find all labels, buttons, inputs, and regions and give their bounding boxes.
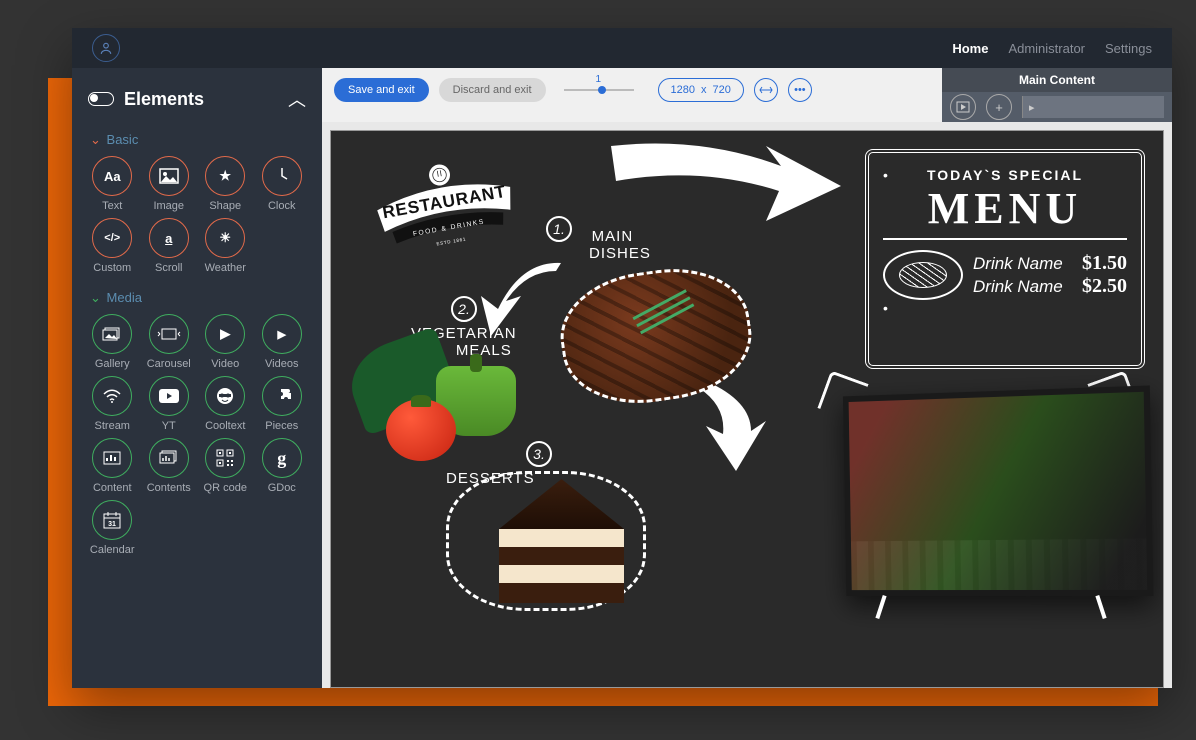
chevron-up-icon: ︿ [288,86,306,112]
media-tools-grid: Gallery Carousel ▶Video ▶Videos Stream Y… [80,314,314,566]
play-box-icon [956,101,970,113]
carousel-icon [149,314,189,354]
sidebar-title: Elements [124,89,278,110]
play-icon: ▶ [205,314,245,354]
tool-gallery[interactable]: Gallery [84,314,141,370]
banner-est: ESTD 1861 [436,236,466,246]
sidebar-header[interactable]: Elements ︿ [80,80,314,126]
calendar-icon: 31 [92,500,132,540]
play-circle-icon: ▶ [262,314,302,354]
basic-tools-grid: AaText Image ★Shape Clock </>Custom aScr… [80,156,314,284]
clock-icon [262,156,302,196]
step-1-number[interactable]: 1. [546,216,572,242]
tool-pieces[interactable]: Pieces [254,376,311,432]
nav-home[interactable]: Home [952,41,988,56]
user-avatar[interactable] [92,34,120,62]
tool-stream[interactable]: Stream [84,376,141,432]
top-bar: Home Administrator Settings [72,28,1172,68]
drink2-price: $2.50 [1082,275,1127,298]
zoom-slider[interactable]: 1 [564,78,634,102]
tool-video[interactable]: ▶Video [197,314,254,370]
cooltext-icon [205,376,245,416]
tool-contents[interactable]: Contents [141,438,198,494]
tool-custom[interactable]: </>Custom [84,218,141,274]
image-icon [149,156,189,196]
timeline-panel: Main Content + ▸ [942,68,1172,122]
tool-text[interactable]: AaText [84,156,141,212]
timeline-track[interactable]: ▸ [1022,96,1164,118]
tool-videos[interactable]: ▶Videos [254,314,311,370]
tool-scroll[interactable]: aScroll [141,218,198,274]
charts-icon [149,438,189,478]
scroll-icon: a [149,218,189,258]
discard-button[interactable]: Discard and exit [439,78,546,102]
fit-width-button[interactable] [754,78,778,102]
chart-icon [92,438,132,478]
editor-toolbar: Save and exit Discard and exit 1 1280 x … [322,68,942,122]
top-nav: Home Administrator Settings [952,41,1152,56]
tv-leg-icon [875,595,886,619]
tool-weather[interactable]: ☀Weather [197,218,254,274]
tool-carousel[interactable]: Carousel [141,314,198,370]
save-button[interactable]: Save and exit [334,78,429,102]
drink1-name: Drink Name [973,254,1063,274]
code-icon: </> [92,218,132,258]
menu-title: MENU [883,183,1127,240]
design-canvas[interactable]: RESTAURANT FOOD & DRINKS ESTD 1861 1. [330,130,1164,688]
tool-cooltext[interactable]: Cooltext [197,376,254,432]
tool-image[interactable]: Image [141,156,198,212]
toggle-icon [88,92,114,106]
step-3-number[interactable]: 3. [526,441,552,467]
user-icon [99,41,113,55]
drink1-price: $1.50 [1082,252,1127,275]
dessert-image[interactable] [446,471,646,611]
tool-gdoc[interactable]: gGDoc [254,438,311,494]
nav-administrator[interactable]: Administrator [1008,41,1085,56]
plate-icon [883,250,963,300]
nav-settings[interactable]: Settings [1105,41,1152,56]
tv-leg-icon [1095,595,1106,619]
tool-shape[interactable]: ★Shape [197,156,254,212]
sun-icon: ☀ [205,218,245,258]
restaurant-banner[interactable]: RESTAURANT FOOD & DRINKS ESTD 1861 [358,148,531,264]
app-window: Home Administrator Settings Elements ︿ ⌄… [72,28,1172,688]
more-button[interactable]: ••• [788,78,812,102]
star-icon: ★ [205,156,245,196]
special-menu-frame[interactable]: TODAY`S SPECIAL MENU Drink Name $1.50 Dri… [865,149,1145,369]
gdoc-icon: g [262,438,302,478]
zoom-value: 1 [596,74,602,85]
gallery-icon [92,314,132,354]
arrows-h-icon [759,85,773,95]
dots-icon: ••• [794,84,806,96]
svg-text:31: 31 [108,521,116,528]
arrow-large-icon [601,131,851,231]
plus-icon: + [995,100,1003,115]
menu-today: TODAY`S SPECIAL [883,167,1127,183]
qr-icon [205,438,245,478]
tv-video[interactable] [843,385,1154,596]
label-main-dishes[interactable]: MAINDISHES [574,229,651,262]
elements-sidebar: Elements ︿ ⌄ Basic AaText Image ★Shape C… [72,68,322,688]
timeline-title: Main Content [942,68,1172,92]
tool-yt[interactable]: YT [141,376,198,432]
wifi-icon [92,376,132,416]
drink2-name: Drink Name [973,277,1063,297]
puzzle-icon [262,376,302,416]
section-media[interactable]: ⌄ Media [80,284,314,314]
section-basic[interactable]: ⌄ Basic [80,126,314,156]
step-2-number[interactable]: 2. [451,296,477,322]
text-icon: Aa [92,156,132,196]
tool-clock[interactable]: Clock [254,156,311,212]
dimensions-pill[interactable]: 1280 x 720 [658,78,744,102]
vegetables-image[interactable] [341,341,521,471]
youtube-icon [149,376,189,416]
editor-area: Save and exit Discard and exit 1 1280 x … [322,68,1172,688]
tool-calendar[interactable]: 31Calendar [84,500,141,556]
tool-content[interactable]: Content [84,438,141,494]
play-slide-button[interactable] [950,94,976,120]
add-slide-button[interactable]: + [986,94,1012,120]
tool-qrcode[interactable]: QR code [197,438,254,494]
